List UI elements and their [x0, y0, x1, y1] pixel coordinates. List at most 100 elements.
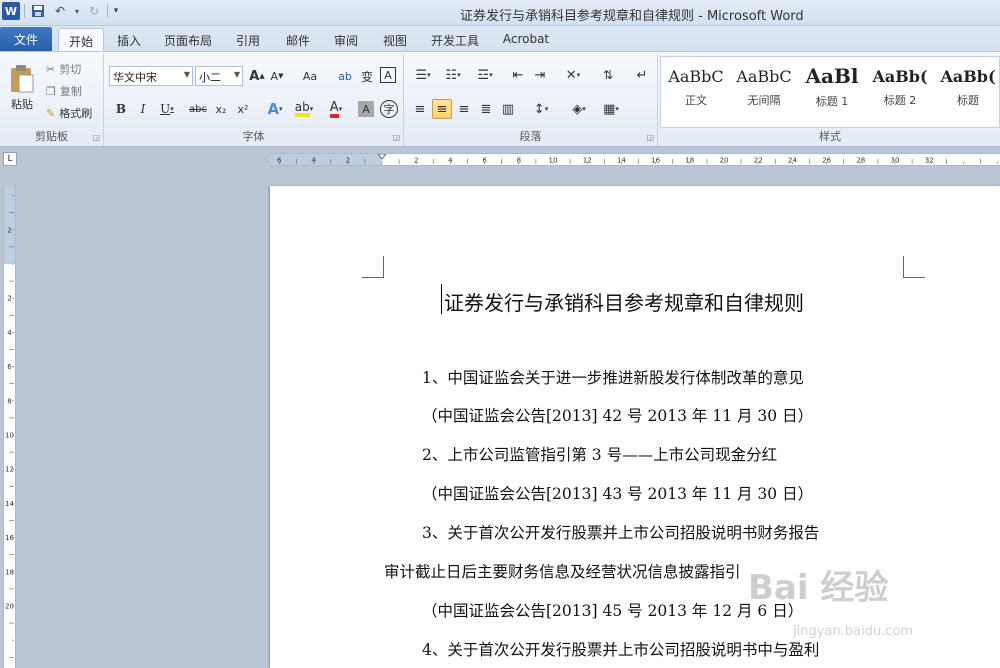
change-case-button[interactable]: Aa [298, 67, 322, 85]
vertical-ruler[interactable]: 2 2 4 6 8 10 12 14 16 18 20 [3, 186, 16, 668]
document-line[interactable]: （中国证监会公告[2013] 45 号 2013 年 12 月 6 日） [422, 599, 803, 621]
highlight-button[interactable]: ab ▾ [292, 99, 316, 119]
tab-view[interactable]: 视图 [377, 28, 413, 51]
font-size-select[interactable]: 小二 ▼ [195, 66, 243, 86]
tab-page-layout[interactable]: 页面布局 [158, 28, 218, 51]
style-normal[interactable]: AaBbC 正文 [663, 61, 729, 123]
enclose-char-icon[interactable]: 字 [380, 100, 398, 118]
italic-button[interactable]: I [134, 100, 152, 118]
document-line[interactable]: 2、上市公司监管指引第 3 号——上市公司现金分红 [422, 443, 777, 465]
superscript-button[interactable]: x² [234, 100, 252, 118]
chevron-down-icon[interactable]: ▾ [73, 2, 81, 20]
tab-file[interactable]: 文件 [0, 27, 52, 51]
style-sample: AaBb( [872, 67, 928, 86]
underline-button[interactable]: U ▾ [156, 100, 178, 118]
dialog-launcher-icon[interactable]: ◲ [92, 133, 100, 142]
shading-button[interactable]: ◈ ▾ [566, 99, 592, 119]
text-effects-button[interactable]: A ▾ [264, 99, 286, 119]
subscript-icon: x₂ [215, 102, 227, 116]
style-heading-2[interactable]: AaBb( 标题 2 [867, 61, 933, 123]
distributed-button[interactable]: ▥ [498, 99, 518, 119]
copy-button[interactable]: ❐ 复制 [46, 82, 82, 100]
increase-indent-button[interactable]: ⇥ [530, 66, 550, 84]
character-shading-button[interactable]: A [358, 101, 374, 117]
sort-button[interactable]: ⇅ [598, 66, 618, 84]
dialog-launcher-icon[interactable]: ◲ [392, 133, 400, 142]
style-title[interactable]: AaBb( 标题 [935, 61, 1000, 123]
line-spacing-button[interactable]: ↕ ▾ [528, 99, 554, 119]
numbering-button[interactable]: ☷ ▾ [440, 66, 466, 84]
paste-button[interactable]: 粘贴 [4, 58, 40, 118]
dialog-launcher-icon[interactable]: ◲ [646, 133, 654, 142]
multilevel-list-button[interactable]: ☲ ▾ [472, 66, 498, 84]
document-line[interactable]: （中国证监会公告[2013] 42 号 2013 年 11 月 30 日） [422, 404, 813, 426]
ruler-number: 4 [448, 157, 453, 165]
style-no-spacing[interactable]: AaBbC 无间隔 [731, 61, 797, 123]
ruler-number: 2 [7, 226, 11, 234]
ruler-number: 22 [754, 157, 763, 165]
document-title[interactable]: 证券发行与承销科目参考规章和自律规则 [444, 287, 804, 316]
tab-selector[interactable]: L [3, 152, 17, 166]
highlighter-icon: ab [294, 101, 310, 117]
ribbon-home: 粘贴 ✂ 剪切 ❐ 复制 ✎ 格式刷 剪贴板 ◲ 华文中宋 ▼ 小二 ▼ A ▲ A ▼ Aa… [0, 51, 1000, 147]
styles-group-label: 样式 [819, 130, 841, 143]
cut-button[interactable]: ✂ 剪切 [46, 60, 81, 78]
tab-insert[interactable]: 插入 [110, 28, 148, 51]
word-app-icon[interactable]: W [2, 2, 20, 20]
paragraph-group: ☰ ▾ ☷ ▾ ☲ ▾ ⇤ ⇥ ✕ ▾ ⇅ ↵ ≡ ≡ ≡ ≣ ▥ ↕ ▾ ◈ ▾ ▦ ▾ 段… [404, 54, 658, 146]
ruler-number: 12 [583, 157, 592, 165]
decrease-indent-button[interactable]: ⇤ [508, 66, 528, 84]
tab-acrobat[interactable]: Acrobat [496, 28, 556, 51]
font-color-icon: A [329, 101, 339, 118]
font-color-button[interactable]: A ▾ [324, 99, 348, 119]
font-name-select[interactable]: 华文中宋 ▼ [109, 66, 193, 86]
text-cursor [441, 284, 442, 314]
ruler-number: 2 [414, 157, 418, 165]
document-line[interactable]: 3、关于首次公开发行股票并上市公司招股说明书财务报告 [422, 521, 819, 543]
tab-references[interactable]: 引用 [230, 28, 266, 51]
format-painter-label: 格式刷 [59, 107, 93, 120]
format-painter-button[interactable]: ✎ 格式刷 [46, 104, 92, 122]
tab-mailings[interactable]: 邮件 [280, 28, 316, 51]
document-page[interactable]: 证券发行与承销科目参考规章和自律规则 1、中国证监会关于进一步推进新股发行体制改… [270, 186, 1000, 668]
bold-button[interactable]: B [112, 100, 130, 118]
redo-icon[interactable]: ↻ [85, 2, 103, 20]
justify-button[interactable]: ≣ [476, 99, 496, 119]
align-left-button[interactable]: ≡ [410, 99, 430, 119]
document-line[interactable]: 1、中国证监会关于进一步推进新股发行体制改革的意见 [422, 366, 804, 388]
style-heading-1[interactable]: AaBl 标题 1 [799, 61, 865, 123]
paragraph-group-label: 段落 [519, 130, 542, 143]
tab-review[interactable]: 审阅 [328, 28, 364, 51]
ruler-number: 16 [5, 534, 14, 542]
watermark-url: jingyan.baidu.com [793, 624, 913, 639]
document-line[interactable]: （中国证监会公告[2013] 43 号 2013 年 11 月 30 日） [422, 482, 813, 504]
grow-font-button[interactable]: A ▲ [248, 67, 266, 85]
divider [24, 4, 25, 18]
indent-marker[interactable] [377, 154, 387, 160]
phonetic-guide-button[interactable]: ab [336, 67, 354, 85]
ruler-number: 32 [925, 157, 934, 165]
tab-developer[interactable]: 开发工具 [424, 28, 486, 51]
ruler-scale: 2 2 4 6 8 10 12 14 16 18 20 [5, 195, 14, 658]
tab-home[interactable]: 开始 [58, 28, 104, 51]
enclose-characters-button[interactable]: 变 [358, 67, 376, 85]
font-group-label: 字体 [242, 130, 265, 143]
subscript-button[interactable]: x₂ [212, 100, 230, 118]
ruler-number: 16 [651, 157, 660, 165]
copy-icon: ❐ [46, 84, 56, 98]
document-line[interactable]: 审计截止日后主要财务信息及经营状况信息披露指引 [384, 560, 741, 582]
align-center-button[interactable]: ≡ [432, 99, 452, 119]
undo-icon[interactable]: ↶ [51, 2, 69, 20]
character-border-button[interactable]: A [380, 67, 396, 83]
horizontal-ruler[interactable]: 6 4 2 2 4 6 8 10 12 14 16 18 20 22 24 26 28 30 32 [270, 153, 1000, 166]
show-marks-button[interactable]: ↵ [632, 66, 652, 84]
chinese-layout-button[interactable]: ✕ ▾ [560, 66, 586, 84]
strikethrough-button[interactable]: abc [186, 100, 210, 118]
align-right-button[interactable]: ≡ [454, 99, 474, 119]
document-line[interactable]: 4、关于首次公开发行股票并上市公司招股说明书中与盈利 [422, 638, 819, 660]
borders-button[interactable]: ▦ ▾ [598, 99, 624, 119]
customize-toolbar-icon[interactable]: ▾ [112, 2, 120, 20]
save-icon[interactable] [29, 2, 47, 20]
shrink-font-button[interactable]: A ▼ [268, 67, 286, 85]
bullets-button[interactable]: ☰ ▾ [410, 66, 436, 84]
